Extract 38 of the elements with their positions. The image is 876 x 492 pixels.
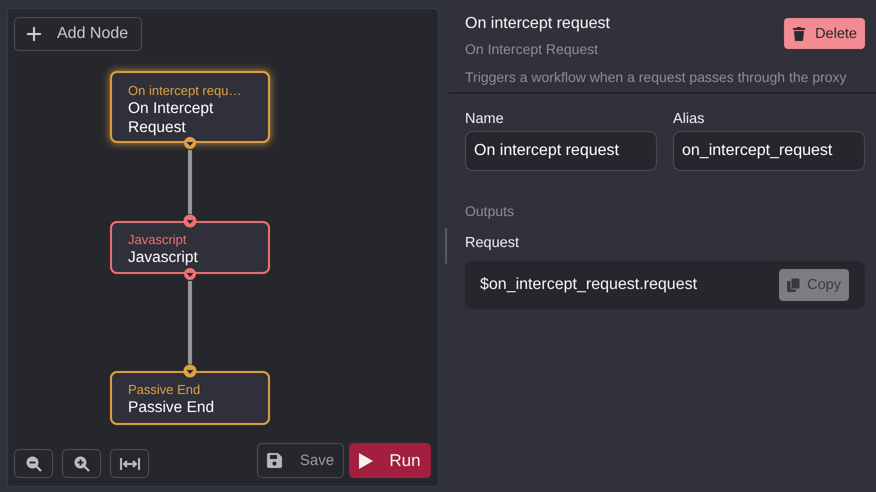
zoom-in-button[interactable] (62, 449, 101, 478)
field-label: Name (465, 110, 505, 128)
fit-width-icon (120, 456, 140, 470)
delete-button[interactable]: Delete (784, 18, 865, 49)
port-handle[interactable] (183, 267, 197, 281)
copy-icon (787, 278, 800, 292)
output-variable: $on_intercept_request.request (480, 276, 698, 294)
port-handle[interactable] (183, 214, 197, 228)
node-title: On intercept request (465, 15, 611, 34)
fit-view-button[interactable] (110, 449, 149, 478)
node-type: Javascript (128, 232, 188, 248)
save-button[interactable]: Save (257, 443, 344, 478)
port-handle[interactable] (183, 364, 197, 378)
trash-icon (793, 26, 806, 40)
node-title: Passive End (128, 398, 216, 417)
node-type: On Intercept Request (465, 40, 600, 59)
workflow-node[interactable]: Passive End Passive End (110, 371, 270, 425)
zoom-out-icon (26, 456, 42, 472)
zoom-in-icon (74, 456, 90, 472)
node-type: On intercept requ… (128, 83, 242, 99)
workflow-node[interactable]: Javascript Javascript (110, 221, 270, 274)
node-type: Passive End (128, 382, 202, 398)
workflow-node[interactable]: On intercept requ… On Intercept Request (110, 71, 270, 143)
zoom-out-button[interactable] (14, 449, 53, 478)
node-title: On Intercept Request (128, 99, 214, 137)
resize-handle[interactable] (445, 228, 447, 264)
input-field[interactable]: on_intercept_request (673, 131, 865, 171)
plus-icon (27, 27, 41, 41)
input-field[interactable]: On intercept request (465, 131, 657, 171)
port-handle[interactable] (183, 136, 197, 150)
section-heading: Outputs (465, 203, 516, 219)
node-description: Triggers a workflow when a request passes through the proxy (465, 69, 848, 87)
node-title: Javascript (128, 248, 199, 267)
field-label: Alias (673, 110, 706, 128)
run-button[interactable]: Run (349, 443, 431, 478)
play-icon (359, 452, 374, 468)
output-label: Request (465, 234, 520, 252)
add-node-button[interactable]: Add Node (14, 17, 142, 51)
